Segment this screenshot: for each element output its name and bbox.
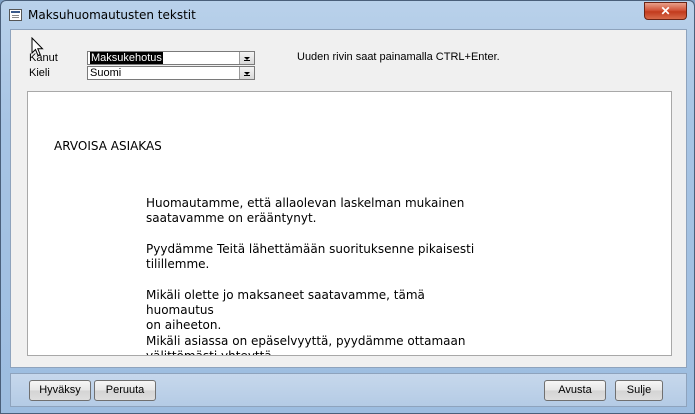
button-bar: Hyväksy Peruuta Avusta Sulje xyxy=(10,373,687,407)
dropdown-arrow-icon[interactable] xyxy=(239,52,254,64)
kanut-dropdown[interactable]: Maksukehotus xyxy=(87,51,255,65)
letter-greeting: ARVOISA ASIAKAS xyxy=(54,139,162,153)
letter-paragraph: Pyydämme Teitä lähettämään suorituksenne… xyxy=(146,242,475,271)
close-button[interactable]: Sulje xyxy=(615,380,663,401)
accept-button[interactable]: Hyväksy xyxy=(29,380,91,401)
letter-paragraph: Mikäli asiassa on epäselvyyttä, pyydämme… xyxy=(146,334,466,356)
letter-text-field[interactable]: ARVOISA ASIAKAS Huomautamme, että allaol… xyxy=(27,91,672,356)
letter-paragraph: Mikäli olette jo maksaneet saatavamme, t… xyxy=(146,288,425,332)
letter-paragraph: Huomautamme, että allaolevan laskelman m… xyxy=(146,196,465,225)
kieli-value: Suomi xyxy=(90,67,122,79)
kieli-label: Kieli xyxy=(29,67,50,79)
close-window-button[interactable]: ✕ xyxy=(644,2,687,20)
title-bar[interactable]: Maksuhuomautusten tekstit ✕ xyxy=(1,1,694,29)
mouse-pointer-icon xyxy=(31,37,44,57)
form-area: Kanut Maksukehotus Kieli Suomi Uuden riv… xyxy=(10,29,687,368)
dialog-window: Maksuhuomautusten tekstit ✕ Kanut Maksuk… xyxy=(0,0,695,414)
help-button[interactable]: Avusta xyxy=(544,380,606,401)
kieli-dropdown[interactable]: Suomi xyxy=(87,66,255,80)
form-icon xyxy=(9,9,22,21)
dropdown-arrow-icon[interactable] xyxy=(239,67,254,79)
window-title: Maksuhuomautusten tekstit xyxy=(28,8,196,22)
newline-hint: Uuden rivin saat painamalla CTRL+Enter. xyxy=(297,51,500,63)
kanut-value: Maksukehotus xyxy=(90,52,163,64)
cancel-button[interactable]: Peruuta xyxy=(94,380,156,401)
